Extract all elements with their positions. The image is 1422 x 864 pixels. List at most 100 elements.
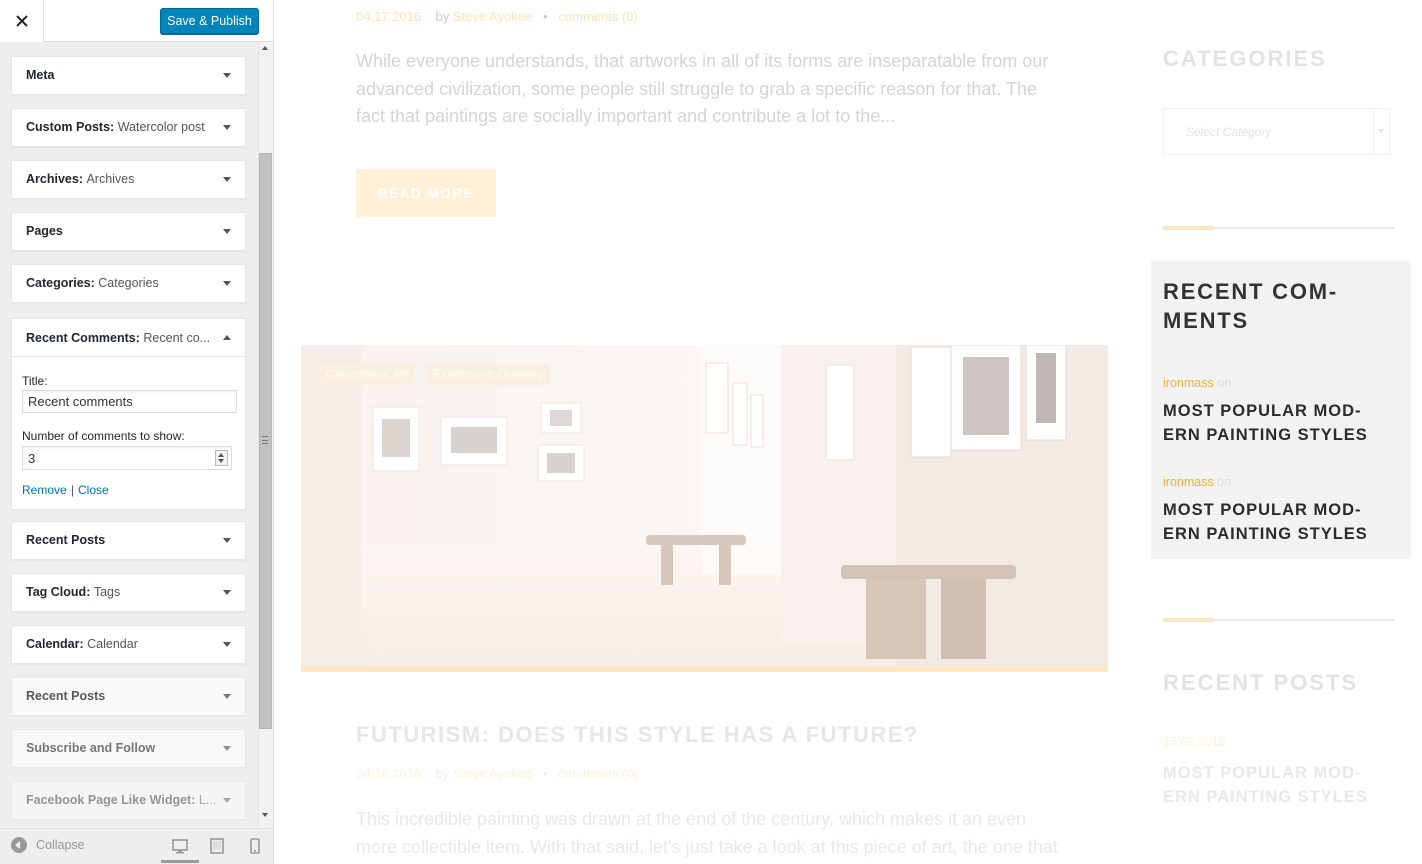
widget-subscribe-follow[interactable]: Subscribe and Follow [11,729,246,768]
widget-divider [1163,226,1395,230]
widget-title: Tag Cloud [26,585,87,599]
expand-arrow-icon[interactable] [223,746,231,751]
desktop-icon[interactable] [170,836,190,856]
expand-arrow-icon[interactable] [223,642,231,647]
widget-subtitle: Recent co... [143,331,211,345]
widget-subtitle: Archives [86,172,135,186]
post-featured-image[interactable]: Conceptual Art Expressive Drawing [301,345,1108,666]
widget-categories[interactable]: Categories: Categories [11,264,246,303]
tablet-icon[interactable] [207,836,227,856]
post-author[interactable]: Steve Ayokee [453,9,532,24]
select-placeholder: Select Category [1186,125,1272,139]
widget-custom-posts[interactable]: Custom Posts: Watercolor post [11,108,246,147]
mobile-icon[interactable] [245,836,265,856]
link-separator: | [71,483,75,497]
expand-arrow-icon[interactable] [223,229,231,234]
post-title[interactable]: FUTURISM: DOES THIS STYLE HAS A FUTURE? [356,722,919,748]
expand-arrow-icon[interactable] [223,694,231,699]
widget-meta[interactable]: Meta [11,56,246,95]
expand-arrow-icon[interactable] [223,73,231,78]
widget-title: Custom Posts [26,120,111,134]
read-more-button[interactable]: READ MORE [356,169,496,217]
title-input[interactable] [22,390,237,413]
close-link[interactable]: Close [78,483,109,497]
widget-title: Recent Comments [26,331,136,345]
widget-recent-posts-2[interactable]: Recent Posts [11,677,246,716]
widget-title: Categories [26,276,91,290]
close-customizer-button[interactable] [0,0,44,42]
expand-arrow-icon[interactable] [223,538,231,543]
remove-link[interactable]: Remove [22,483,67,497]
save-publish-button[interactable]: Save & Publish [160,8,259,34]
close-icon [15,15,28,27]
widget-title: Facebook Page Like Widget [26,793,192,807]
comment-author-name[interactable]: ironmass [1163,376,1214,390]
widget-title: Archives [26,172,79,186]
expand-arrow-icon[interactable] [223,281,231,286]
active-device-indicator [161,860,199,863]
categories-heading: CATEGORIES [1163,46,1327,71]
on-label: on [1217,376,1232,390]
post-date: 04.17.2016 [356,9,422,24]
scroll-down-arrow-icon[interactable] [262,813,268,817]
widget-tag-cloud[interactable]: Tag Cloud: Tags [11,573,246,612]
widget-list: Meta Custom Posts: Watercolor post Archi… [0,42,258,828]
comment-post-link[interactable]: MOST POPULAR MOD- ERN PAINTING STYLES [1163,400,1368,447]
widget-title: Meta [26,68,55,82]
collapse-label: Collapse [36,838,85,852]
widget-title: Subscribe and Follow [26,741,156,755]
stepper-up-icon[interactable] [218,453,224,457]
scroll-up-arrow-icon[interactable] [262,46,268,50]
widget-subtitle: Watercolor post [117,120,205,134]
post-comments-link[interactable]: comments (0) [558,766,637,781]
expand-arrow-icon[interactable] [223,177,231,182]
widget-title: Recent Posts [26,533,106,547]
post-excerpt: This incredible painting was drawn at th… [356,809,1058,857]
customizer-panel: Save & Publish Meta Custom Posts: Waterc… [0,0,274,864]
post-meta: 04.17.2016 by Steve Ayokee • comments (0… [356,9,638,24]
recent-post-link[interactable]: MOST POPULAR MOD- ERN PAINTING STYLES [1163,762,1368,809]
widget-title: Calendar [26,637,80,651]
title-label: Title: [22,374,48,388]
post-excerpt: While everyone understands, that artwork… [356,51,1049,126]
comment-post-link[interactable]: MOST POPULAR MOD- ERN PAINTING STYLES [1163,499,1368,546]
expand-arrow-icon[interactable] [223,590,231,595]
widget-subtitle: L... [198,793,217,807]
post-tag[interactable]: Conceptual Art [320,364,415,385]
comment-author: ironmass on [1163,376,1231,390]
widget-pages[interactable]: Pages [11,212,246,251]
comment-author-name[interactable]: ironmass [1163,475,1214,489]
chevron-down-icon [1373,109,1389,154]
post-date: 04.16.2016 [356,766,422,781]
by-label: by [435,766,450,781]
image-accent-bar [301,666,1108,672]
widget-header[interactable]: Recent Comments: Recent co... [12,319,245,357]
widget-archives[interactable]: Archives: Archives [11,160,246,199]
scrollbar-grip-icon [262,436,268,444]
post-author[interactable]: Steve Ayokee [453,766,532,781]
expand-arrow-icon[interactable] [223,125,231,130]
collapse-arrow-icon[interactable] [223,335,231,340]
comment-count-input[interactable] [23,447,209,469]
post-meta: 04.16.2016 by Steve Ayokee • comments (0… [356,766,638,781]
widget-divider [1163,618,1395,622]
widget-subtitle: Tags [93,585,121,599]
post-tag[interactable]: Expressive Drawing [427,364,550,385]
post-comments-link[interactable]: comments (0) [558,9,637,24]
category-select[interactable]: Select Category [1163,108,1390,155]
comment-count-field [22,446,232,470]
panel-header: Save & Publish [0,0,273,42]
collapse-icon [11,837,27,853]
by-label: by [435,9,450,24]
expand-arrow-icon[interactable] [223,798,231,803]
widget-title: Recent Posts [26,689,106,703]
widget-facebook-page-like[interactable]: Facebook Page Like Widget: L... [11,781,246,820]
widget-calendar[interactable]: Calendar: Calendar [11,625,246,664]
stepper-down-icon[interactable] [218,459,224,463]
comment-author: ironmass on [1163,475,1231,489]
widget-recent-posts[interactable]: Recent Posts [11,521,246,560]
recent-comments-heading: RECENT COM- MENTS [1163,279,1339,333]
number-stepper[interactable] [215,450,228,466]
collapse-button[interactable]: Collapse [11,837,85,853]
recent-comments-widget: RECENT COM- MENTS ironmass on MOST POPUL… [1151,261,1411,559]
